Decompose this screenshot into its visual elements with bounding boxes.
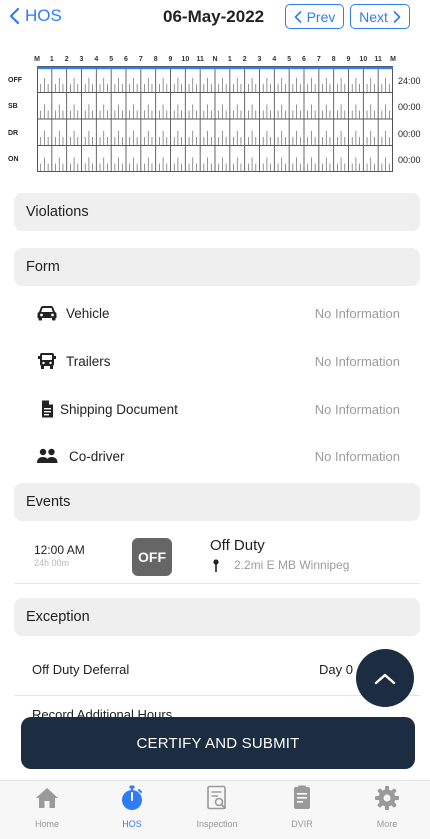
form-item-vehicle[interactable]: Vehicle No Information [14,294,420,332]
form-item-label: Shipping Document [60,401,178,417]
chevron-right-icon [393,10,401,23]
row-label-on: ON [8,156,19,163]
hour-label: 5 [109,56,114,63]
form-section: Form [14,248,420,286]
inspection-icon [207,785,226,810]
row-total-on: 00:00 [398,155,421,165]
status-badge: OFF [132,538,172,576]
duty-grid [37,66,393,172]
people-icon [37,448,58,463]
hour-label: 8 [153,56,158,63]
hour-label: 5 [287,56,292,63]
stopwatch-icon [122,785,142,810]
prev-label: Prev [306,8,336,25]
form-item-label: Vehicle [66,305,110,321]
clipboard-icon [294,785,310,809]
form-item-value: No Information [314,305,400,321]
hour-label: 1 [227,56,232,63]
form-item-label: Trailers [66,353,111,369]
back-label: HOS [25,6,62,25]
hour-label: 4 [272,56,277,63]
event-location-text: 2.2mi E MB Winnipeg [234,558,350,572]
hour-label: 9 [346,56,351,63]
certify-and-submit-button[interactable]: CERTIFY AND SUBMIT [21,717,415,769]
row-label-off: OFF [8,77,22,84]
document-icon [42,400,53,418]
exception-value: Day 0 [319,662,353,677]
hour-label: 10 [181,56,190,63]
log-date: 06-May-2022 [163,7,265,26]
tab-more[interactable]: More [352,785,422,829]
event-status: Off Duty [210,537,265,554]
pin-icon [213,558,219,572]
hour-label: 1 [49,56,54,63]
form-item-value: No Information [314,353,400,369]
gear-icon [375,786,399,810]
event-location: 2.2mi E MB Winnipeg [212,558,349,572]
next-label: Next [359,8,388,25]
event-row[interactable]: 12:00 AM 24h 00m OFF Off Duty 2.2mi E MB… [14,528,420,584]
hour-label: 3 [257,56,262,63]
tab-label: DVIR [291,819,313,829]
hour-label: 11 [374,56,382,63]
hour-label: 7 [138,56,143,63]
chevron-left-icon [9,7,20,25]
violations-section[interactable]: Violations [14,193,420,231]
form-item-shipping-document[interactable]: Shipping Document No Information [14,390,420,428]
form-item-trailers[interactable]: Trailers No Information [14,342,420,380]
prev-day-button[interactable]: Prev [285,4,344,29]
tab-bar: Home HOS Inspection DVIR More [0,780,430,839]
hour-label: 11 [196,56,204,63]
next-day-button[interactable]: Next [350,4,410,29]
home-icon [36,788,58,808]
chevron-up-icon [374,673,396,684]
tab-label: Home [34,819,59,829]
row-total-sb: 00:00 [398,102,421,112]
row-total-off: 24:00 [398,76,421,86]
truck-icon [38,353,56,369]
chevron-left-icon [294,10,301,23]
header: HOS 06-May-2022 Prev Next [0,0,430,36]
scroll-up-button[interactable] [356,649,414,707]
row-total-dr: 00:00 [398,129,421,139]
hour-label: 4 [94,56,99,63]
event-time: 12:00 AM [34,543,85,557]
hour-label: 2 [242,56,247,63]
hour-label: 6 [124,56,128,63]
event-duration: 24h 00m [34,558,70,568]
hour-label: M [34,56,40,63]
exception-label: Off Duty Deferral [32,662,130,677]
hour-label: 8 [331,56,336,63]
tab-label: HOS [122,819,142,829]
hour-labels: M 1 2 3 4 5 6 7 8 9 10 11 N 1 2 3 4 5 6 7 8 9 10 11 M [32,56,402,66]
tab-inspection[interactable]: Inspection [182,785,252,829]
hour-label: 7 [316,56,321,63]
hour-label: 10 [359,56,368,63]
exception-section: Exception [14,598,420,636]
hour-label: 2 [64,56,69,63]
hour-label: N [212,56,218,63]
form-item-value: No Information [314,448,400,464]
tab-home[interactable]: Home [12,785,82,829]
tab-dvir[interactable]: DVIR [267,785,337,829]
form-item-co-driver[interactable]: Co-driver No Information [14,437,420,475]
hour-label: 6 [302,56,306,63]
tab-label: Inspection [196,819,238,829]
form-item-label: Co-driver [69,448,125,464]
tab-label: More [376,819,398,829]
hour-label: 3 [79,56,84,63]
row-label-dr: DR [8,130,19,137]
events-section: Events [14,483,420,521]
tab-hos[interactable]: HOS [97,785,167,829]
hour-label: 9 [168,56,173,63]
exception-row-record-additional-hours[interactable]: Record Additional Hours [14,692,420,718]
back-button[interactable]: HOS [8,6,62,26]
row-label-sb: SB [8,103,18,110]
form-item-value: No Information [314,401,400,417]
car-icon [37,306,57,321]
hour-label: M [390,56,396,63]
hos-log-graph: M 1 2 3 4 5 6 7 8 9 10 11 N 1 2 3 4 5 6 7 8 9 10 11 M OFF SB DR … [8,56,428,176]
